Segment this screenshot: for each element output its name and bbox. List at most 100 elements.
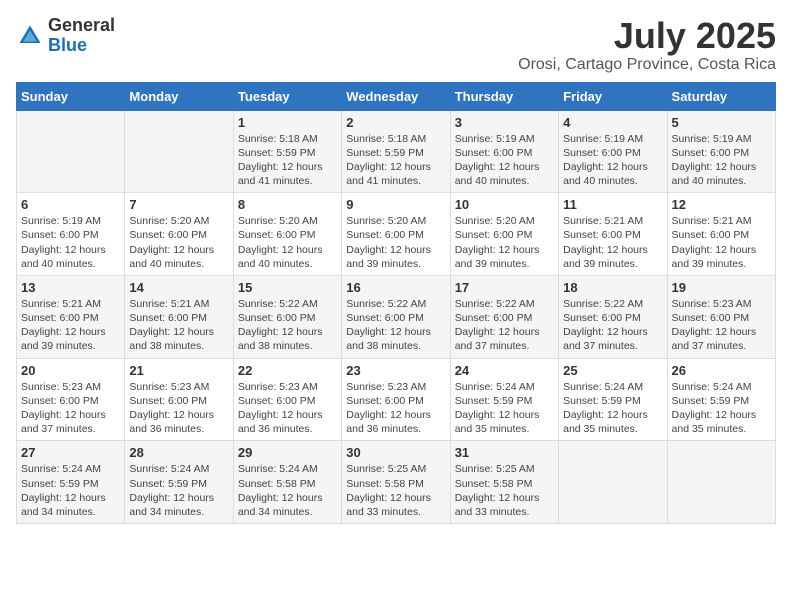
day-info: Sunrise: 5:24 AMSunset: 5:59 PMDaylight:…: [563, 380, 662, 437]
day-info: Sunrise: 5:20 AMSunset: 6:00 PMDaylight:…: [129, 214, 228, 271]
day-info: Sunrise: 5:18 AMSunset: 5:59 PMDaylight:…: [346, 132, 445, 189]
calendar-week-row: 27 Sunrise: 5:24 AMSunset: 5:59 PMDayligh…: [17, 441, 776, 524]
day-info: Sunrise: 5:22 AMSunset: 6:00 PMDaylight:…: [346, 297, 445, 354]
day-number: 10: [455, 197, 554, 212]
day-info: Sunrise: 5:24 AMSunset: 5:59 PMDaylight:…: [21, 462, 120, 519]
day-number: 17: [455, 280, 554, 295]
calendar-cell: 4 Sunrise: 5:19 AMSunset: 6:00 PMDaylight…: [559, 110, 667, 193]
calendar-cell: 26 Sunrise: 5:24 AMSunset: 5:59 PMDayligh…: [667, 358, 775, 441]
day-number: 23: [346, 363, 445, 378]
month-title: July 2025: [518, 16, 776, 56]
logo: General Blue: [16, 16, 115, 56]
weekday-header-sunday: Sunday: [17, 82, 125, 110]
calendar-cell: 19Sunrise: 5:23 AMSunset: 6:00 PMDayligh…: [667, 275, 775, 358]
calendar-cell: 23 Sunrise: 5:23 AMSunset: 6:00 PMDayligh…: [342, 358, 450, 441]
day-info: Sunrise: 5:24 AMSunset: 5:59 PMDaylight:…: [129, 462, 228, 519]
day-number: 29: [238, 445, 337, 460]
day-number: 4: [563, 115, 662, 130]
calendar-cell: 21Sunrise: 5:23 AMSunset: 6:00 PMDayligh…: [125, 358, 233, 441]
calendar-cell: 18 Sunrise: 5:22 AMSunset: 6:00 PMDayligh…: [559, 275, 667, 358]
day-info: Sunrise: 5:24 AMSunset: 5:59 PMDaylight:…: [672, 380, 771, 437]
day-info: Sunrise: 5:19 AMSunset: 6:00 PMDaylight:…: [455, 132, 554, 189]
calendar-cell: [559, 441, 667, 524]
calendar-cell: 9 Sunrise: 5:20 AMSunset: 6:00 PMDaylight…: [342, 193, 450, 276]
day-number: 22: [238, 363, 337, 378]
day-number: 9: [346, 197, 445, 212]
calendar-cell: 13Sunrise: 5:21 AMSunset: 6:00 PMDayligh…: [17, 275, 125, 358]
calendar-cell: 30 Sunrise: 5:25 AMSunset: 5:58 PMDayligh…: [342, 441, 450, 524]
day-info: Sunrise: 5:21 AMSunset: 6:00 PMDaylight:…: [129, 297, 228, 354]
day-number: 5: [672, 115, 771, 130]
weekday-header-friday: Friday: [559, 82, 667, 110]
calendar-cell: 20 Sunrise: 5:23 AMSunset: 6:00 PMDayligh…: [17, 358, 125, 441]
calendar-week-row: 6 Sunrise: 5:19 AMSunset: 6:00 PMDaylight…: [17, 193, 776, 276]
day-number: 7: [129, 197, 228, 212]
day-info: Sunrise: 5:24 AMSunset: 5:59 PMDaylight:…: [455, 380, 554, 437]
page-header: General Blue July 2025 Orosi, Cartago Pr…: [16, 16, 776, 74]
day-number: 11: [563, 197, 662, 212]
calendar-cell: 10 Sunrise: 5:20 AMSunset: 6:00 PMDayligh…: [450, 193, 558, 276]
day-number: 1: [238, 115, 337, 130]
day-info: Sunrise: 5:22 AMSunset: 6:00 PMDaylight:…: [455, 297, 554, 354]
logo-icon: [16, 22, 44, 50]
day-number: 15: [238, 280, 337, 295]
calendar-cell: 2 Sunrise: 5:18 AMSunset: 5:59 PMDaylight…: [342, 110, 450, 193]
day-info: Sunrise: 5:23 AMSunset: 6:00 PMDaylight:…: [346, 380, 445, 437]
day-info: Sunrise: 5:20 AMSunset: 6:00 PMDaylight:…: [346, 214, 445, 271]
day-number: 6: [21, 197, 120, 212]
calendar-cell: 1 Sunrise: 5:18 AMSunset: 5:59 PMDaylight…: [233, 110, 341, 193]
day-number: 26: [672, 363, 771, 378]
location-title: Orosi, Cartago Province, Costa Rica: [518, 56, 776, 74]
day-number: 20: [21, 363, 120, 378]
day-number: 25: [563, 363, 662, 378]
day-info: Sunrise: 5:18 AMSunset: 5:59 PMDaylight:…: [238, 132, 337, 189]
day-info: Sunrise: 5:23 AMSunset: 6:00 PMDaylight:…: [21, 380, 120, 437]
day-info: Sunrise: 5:21 AMSunset: 6:00 PMDaylight:…: [672, 214, 771, 271]
calendar-cell: [667, 441, 775, 524]
day-number: 14: [129, 280, 228, 295]
day-number: 30: [346, 445, 445, 460]
day-info: Sunrise: 5:22 AMSunset: 6:00 PMDaylight:…: [563, 297, 662, 354]
calendar-cell: 25 Sunrise: 5:24 AMSunset: 5:59 PMDayligh…: [559, 358, 667, 441]
day-number: 12: [672, 197, 771, 212]
calendar-cell: 16Sunrise: 5:22 AMSunset: 6:00 PMDayligh…: [342, 275, 450, 358]
day-info: Sunrise: 5:19 AMSunset: 6:00 PMDaylight:…: [563, 132, 662, 189]
calendar-week-row: 20 Sunrise: 5:23 AMSunset: 6:00 PMDayligh…: [17, 358, 776, 441]
day-info: Sunrise: 5:24 AMSunset: 5:58 PMDaylight:…: [238, 462, 337, 519]
day-number: 24: [455, 363, 554, 378]
day-info: Sunrise: 5:21 AMSunset: 6:00 PMDaylight:…: [563, 214, 662, 271]
day-number: 18: [563, 280, 662, 295]
day-info: Sunrise: 5:25 AMSunset: 5:58 PMDaylight:…: [346, 462, 445, 519]
day-number: 8: [238, 197, 337, 212]
calendar-cell: 5 Sunrise: 5:19 AMSunset: 6:00 PMDaylight…: [667, 110, 775, 193]
calendar-cell: 27 Sunrise: 5:24 AMSunset: 5:59 PMDayligh…: [17, 441, 125, 524]
title-area: July 2025 Orosi, Cartago Province, Costa…: [518, 16, 776, 74]
day-info: Sunrise: 5:23 AMSunset: 6:00 PMDaylight:…: [129, 380, 228, 437]
day-info: Sunrise: 5:21 AMSunset: 6:00 PMDaylight:…: [21, 297, 120, 354]
calendar-cell: 11 Sunrise: 5:21 AMSunset: 6:00 PMDayligh…: [559, 193, 667, 276]
logo-text: General Blue: [48, 16, 115, 56]
day-info: Sunrise: 5:19 AMSunset: 6:00 PMDaylight:…: [672, 132, 771, 189]
calendar-cell: 31 Sunrise: 5:25 AMSunset: 5:58 PMDayligh…: [450, 441, 558, 524]
day-number: 31: [455, 445, 554, 460]
weekday-header-monday: Monday: [125, 82, 233, 110]
calendar-week-row: 1 Sunrise: 5:18 AMSunset: 5:59 PMDaylight…: [17, 110, 776, 193]
day-info: Sunrise: 5:22 AMSunset: 6:00 PMDaylight:…: [238, 297, 337, 354]
day-number: 27: [21, 445, 120, 460]
day-number: 3: [455, 115, 554, 130]
calendar-cell: 22 Sunrise: 5:23 AMSunset: 6:00 PMDayligh…: [233, 358, 341, 441]
calendar-cell: 24 Sunrise: 5:24 AMSunset: 5:59 PMDayligh…: [450, 358, 558, 441]
calendar-cell: 15 Sunrise: 5:22 AMSunset: 6:00 PMDayligh…: [233, 275, 341, 358]
calendar-table: SundayMondayTuesdayWednesdayThursdayFrid…: [16, 82, 776, 524]
calendar-cell: 7 Sunrise: 5:20 AMSunset: 6:00 PMDaylight…: [125, 193, 233, 276]
day-number: 2: [346, 115, 445, 130]
calendar-cell: 6 Sunrise: 5:19 AMSunset: 6:00 PMDaylight…: [17, 193, 125, 276]
day-number: 19: [672, 280, 771, 295]
day-info: Sunrise: 5:25 AMSunset: 5:58 PMDaylight:…: [455, 462, 554, 519]
day-info: Sunrise: 5:23 AMSunset: 6:00 PMDaylight:…: [238, 380, 337, 437]
weekday-header-tuesday: Tuesday: [233, 82, 341, 110]
day-info: Sunrise: 5:20 AMSunset: 6:00 PMDaylight:…: [455, 214, 554, 271]
day-info: Sunrise: 5:19 AMSunset: 6:00 PMDaylight:…: [21, 214, 120, 271]
weekday-header-saturday: Saturday: [667, 82, 775, 110]
calendar-cell: [125, 110, 233, 193]
